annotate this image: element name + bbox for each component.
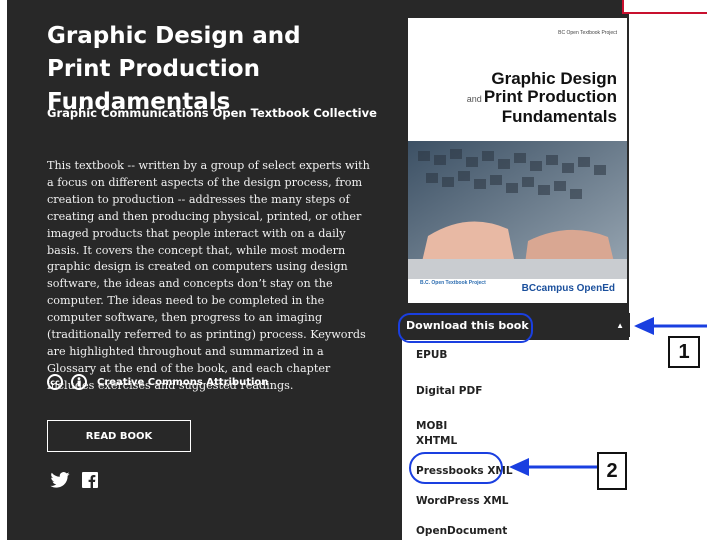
cover-title-and: and xyxy=(466,94,482,104)
twitter-icon[interactable] xyxy=(50,472,70,493)
facebook-icon[interactable] xyxy=(82,472,98,493)
annotation-oval-pressbooks xyxy=(409,452,503,484)
page-margin xyxy=(629,0,707,540)
annotation-oval-download xyxy=(398,313,533,343)
caret-up-icon: ▲ xyxy=(616,320,624,330)
attribution-icon xyxy=(71,374,87,390)
cover-footer-right: BCcampus OpenEd xyxy=(521,283,615,294)
download-item-pdf[interactable]: Digital PDF xyxy=(416,385,482,397)
download-item-epub[interactable]: EPUB xyxy=(416,349,447,361)
cc-icon: cc xyxy=(47,374,63,390)
cover-footer-left: B.C. Open Textbook Project xyxy=(420,280,486,286)
download-menu: EPUB Digital PDF MOBI XHTML Pressbooks X… xyxy=(402,340,630,540)
download-item-mobi[interactable]: MOBI xyxy=(416,420,447,432)
arrow-left-icon-2 xyxy=(509,458,599,476)
annotation-marker-2: 2 xyxy=(597,452,627,490)
book-title: Graphic Design and Print Production Fund… xyxy=(47,23,301,115)
download-item-opendocument[interactable]: OpenDocument xyxy=(416,525,507,537)
cover-project-label: BC Open Textbook Project xyxy=(558,30,617,36)
license-label: Creative Commons Attribution xyxy=(97,376,269,388)
annotation-marker-1: 1 xyxy=(668,336,700,368)
cover-photo xyxy=(408,141,627,279)
download-item-xhtml[interactable]: XHTML xyxy=(416,435,457,447)
read-book-button[interactable]: READ BOOK xyxy=(47,420,191,452)
cover-title-line3: Fundamentals xyxy=(501,107,617,126)
social-links xyxy=(50,472,98,493)
license-badge: cc Creative Commons Attribution xyxy=(47,374,268,390)
book-cover: BC Open Textbook Project Graphic Design … xyxy=(408,18,627,303)
corner-tab xyxy=(622,0,707,14)
cover-title: Graphic Design and Print Production Funda… xyxy=(417,70,617,126)
book-description: This textbook -- written by a group of s… xyxy=(47,159,370,392)
cover-title-line1: Graphic Design xyxy=(491,69,617,88)
arrow-left-icon xyxy=(634,317,707,335)
download-item-wordpress-xml[interactable]: WordPress XML xyxy=(416,495,509,507)
cover-title-line2: Print Production xyxy=(483,87,617,106)
book-author: Graphic Communications Open Textbook Col… xyxy=(47,106,377,120)
